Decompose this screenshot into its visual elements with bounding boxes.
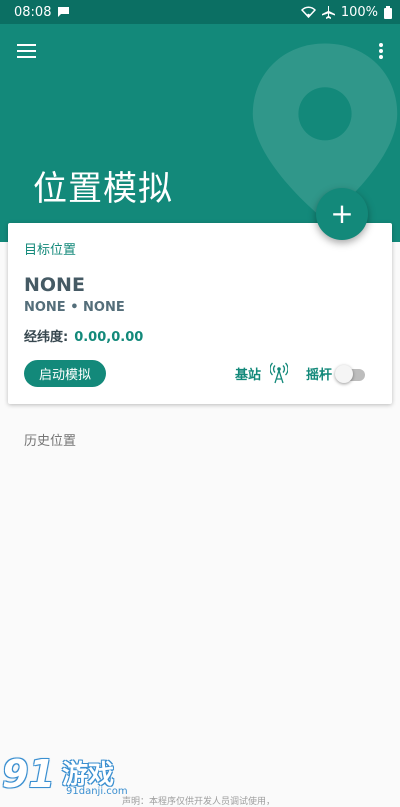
coordinates-value: 0.00,0.00 — [74, 330, 144, 345]
battery-icon — [384, 5, 392, 19]
logo-number: 91 — [2, 752, 55, 796]
logo-domain: 91danji.com — [66, 786, 128, 797]
history-section-label: 历史位置 — [24, 434, 77, 449]
message-icon — [58, 7, 70, 17]
airplane-icon — [321, 5, 335, 19]
disclaimer-text: 声明：本程序仅供开发人员调试使用， — [122, 797, 276, 807]
wifi-icon — [300, 6, 316, 18]
status-time: 08:08 — [14, 4, 52, 20]
target-location-label: 目标位置 — [24, 243, 77, 258]
add-location-button[interactable]: + — [316, 188, 368, 240]
location-pin-watermark-icon — [252, 43, 398, 221]
start-simulation-button[interactable]: 启动模拟 — [24, 360, 106, 387]
site-logo: 91 游戏 91danji.com — [0, 748, 140, 805]
page-title: 位置模拟 — [33, 169, 173, 209]
base-station-label[interactable]: 基站 — [235, 364, 261, 383]
antenna-icon[interactable] — [270, 362, 288, 384]
location-name: NONE — [24, 274, 85, 296]
location-subtitle: NONE • NONE — [24, 300, 125, 315]
coordinates-row: 经纬度: 0.00,0.00 — [24, 326, 143, 345]
status-bar: 08:08 100% — [0, 0, 400, 24]
coordinates-label: 经纬度: — [24, 330, 69, 345]
menu-button[interactable] — [14, 38, 40, 64]
battery-percent: 100% — [340, 4, 378, 20]
joystick-toggle[interactable] — [335, 365, 367, 383]
joystick-label[interactable]: 摇杆 — [306, 364, 332, 383]
more-options-button[interactable] — [376, 38, 386, 64]
target-location-card: 目标位置 NONE NONE • NONE 经纬度: 0.00,0.00 启动模拟… — [8, 223, 392, 404]
